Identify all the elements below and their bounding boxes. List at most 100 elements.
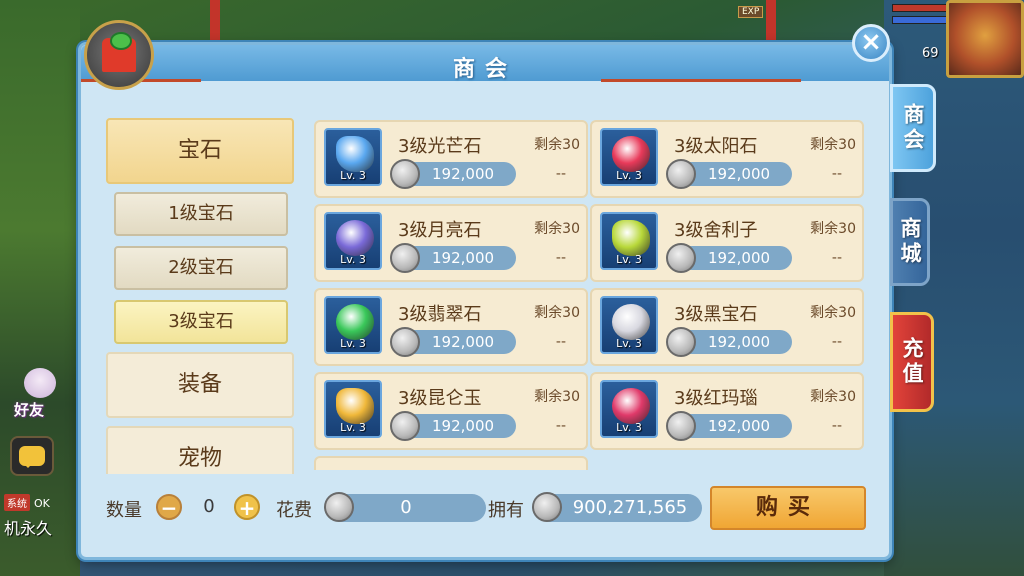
item-level: Lv. 3 xyxy=(340,253,366,266)
friend-button[interactable]: 好友 xyxy=(10,368,70,420)
shop-item[interactable]: Lv. 3 3级翡翠石 剩余30 192,000 -- xyxy=(314,288,588,366)
silver-coin-icon xyxy=(390,243,420,273)
quantity-plus-button[interactable]: + xyxy=(234,494,260,520)
item-price-value: 192,000 xyxy=(708,249,771,267)
item-remaining: 剩余30 xyxy=(810,137,856,153)
quantity-minus-button[interactable]: − xyxy=(156,494,182,520)
pillar-decoration xyxy=(766,0,776,40)
subcategory-gem-lv2[interactable]: 2级宝石 xyxy=(114,246,288,290)
bottom-bar: 数量 − 0 + 花费 0 拥有 900,271,565 购买 xyxy=(100,486,880,530)
friend-icon xyxy=(24,368,56,398)
hp-bar xyxy=(892,4,948,12)
shop-item[interactable]: Lv. 3 3级光芒石 剩余30 192,000 -- xyxy=(314,120,588,198)
item-name: 3级红玛瑙 xyxy=(674,388,758,409)
cost-label: 花费 xyxy=(276,500,312,521)
shop-item[interactable]: Lv. 3 3级太阳石 剩余30 192,000 -- xyxy=(590,120,864,198)
item-price: 192,000 xyxy=(390,159,516,189)
silver-coin-icon xyxy=(666,243,696,273)
quantity-value[interactable]: 0 xyxy=(186,494,232,520)
shop-item[interactable]: Lv. 3 3级昆仑玉 剩余30 192,000 -- xyxy=(314,372,588,450)
item-remaining: 剩余30 xyxy=(534,137,580,153)
item-price: 192,000 xyxy=(666,159,792,189)
shop-item[interactable]: Lv. 3 3级黑宝石 剩余30 192,000 -- xyxy=(590,288,864,366)
shop-item[interactable] xyxy=(314,456,588,470)
item-price: 192,000 xyxy=(666,411,792,441)
item-price-value: 192,000 xyxy=(708,333,771,351)
silver-coin-icon xyxy=(390,327,420,357)
chat-status: OK xyxy=(34,497,50,510)
silver-coin-icon xyxy=(666,327,696,357)
item-grid: Lv. 3 3级光芒石 剩余30 192,000 -- Lv. 3 3级太阳石 … xyxy=(314,120,870,470)
title-bar: 商会 xyxy=(81,45,889,82)
item-price: 192,000 xyxy=(666,327,792,357)
gem-icon: Lv. 3 xyxy=(324,380,382,438)
gem-icon: Lv. 3 xyxy=(324,128,382,186)
item-level: Lv. 3 xyxy=(616,253,642,266)
item-limit: -- xyxy=(555,418,566,434)
category-list[interactable]: 宝石 1级宝石 2级宝石 3级宝石 装备 宠物 xyxy=(104,118,298,474)
item-name: 3级舍利子 xyxy=(674,220,758,241)
lantern-icon xyxy=(102,32,136,72)
silver-coin-icon xyxy=(666,159,696,189)
gem-image xyxy=(336,136,374,172)
chat-button[interactable] xyxy=(10,436,54,476)
item-remaining: 剩余30 xyxy=(534,389,580,405)
item-price: 192,000 xyxy=(666,243,792,273)
item-limit: -- xyxy=(555,250,566,266)
item-level: Lv. 3 xyxy=(340,337,366,350)
tab-chongzhi[interactable]: 充值 xyxy=(890,312,934,412)
silver-coin-icon xyxy=(324,492,354,522)
category-gem[interactable]: 宝石 xyxy=(106,118,294,184)
item-price-value: 192,000 xyxy=(708,165,771,183)
own-label: 拥有 xyxy=(488,500,524,521)
item-price-value: 192,000 xyxy=(432,333,495,351)
own-field: 900,271,565 xyxy=(532,492,702,522)
subcategory-gem-lv3[interactable]: 3级宝石 xyxy=(114,300,288,344)
ribbon-decoration xyxy=(601,79,801,82)
gem-image xyxy=(612,136,650,172)
item-name: 3级月亮石 xyxy=(398,220,482,241)
silver-coin-icon xyxy=(390,411,420,441)
mp-bar xyxy=(892,16,948,24)
item-price-value: 192,000 xyxy=(708,417,771,435)
pillar-decoration xyxy=(210,0,220,40)
item-limit: -- xyxy=(831,418,842,434)
item-limit: -- xyxy=(555,166,566,182)
item-remaining: 剩余30 xyxy=(810,389,856,405)
item-level: Lv. 3 xyxy=(616,169,642,182)
gem-icon: Lv. 3 xyxy=(324,212,382,270)
item-remaining: 剩余30 xyxy=(534,305,580,321)
item-price-value: 192,000 xyxy=(432,249,495,267)
exp-label: EXP xyxy=(738,6,764,18)
gem-image xyxy=(612,304,650,340)
item-name: 3级昆仑玉 xyxy=(398,388,482,409)
shop-item[interactable]: Lv. 3 3级红玛瑙 剩余30 192,000 -- xyxy=(590,372,864,450)
item-limit: -- xyxy=(831,166,842,182)
buy-button[interactable]: 购买 xyxy=(710,486,866,530)
status-bars xyxy=(892,0,948,30)
category-pet[interactable]: 宠物 xyxy=(106,426,294,474)
item-name: 3级光芒石 xyxy=(398,136,482,157)
item-remaining: 剩余30 xyxy=(534,221,580,237)
gem-icon: Lv. 3 xyxy=(600,212,658,270)
shop-item[interactable]: Lv. 3 3级舍利子 剩余30 192,000 -- xyxy=(590,204,864,282)
item-price: 192,000 xyxy=(390,327,516,357)
tab-shangcheng[interactable]: 商城 xyxy=(890,198,930,286)
own-value: 900,271,565 xyxy=(572,497,688,518)
gem-icon: Lv. 3 xyxy=(600,296,658,354)
item-limit: -- xyxy=(555,334,566,350)
shop-item[interactable]: Lv. 3 3级月亮石 剩余30 192,000 -- xyxy=(314,204,588,282)
gem-icon: Lv. 3 xyxy=(600,380,658,438)
item-level: Lv. 3 xyxy=(616,337,642,350)
close-button[interactable]: × xyxy=(852,24,890,62)
subcategory-gem-lv1[interactable]: 1级宝石 xyxy=(114,192,288,236)
tab-shanghui[interactable]: 商会 xyxy=(890,84,936,172)
friend-label: 好友 xyxy=(14,401,45,419)
chat-channel-tag: 系统 xyxy=(4,494,30,511)
item-price-value: 192,000 xyxy=(432,165,495,183)
game-background-left xyxy=(0,0,80,576)
item-price: 192,000 xyxy=(390,411,516,441)
category-equipment[interactable]: 装备 xyxy=(106,352,294,418)
item-level: Lv. 3 xyxy=(340,169,366,182)
player-portrait[interactable] xyxy=(946,0,1024,78)
